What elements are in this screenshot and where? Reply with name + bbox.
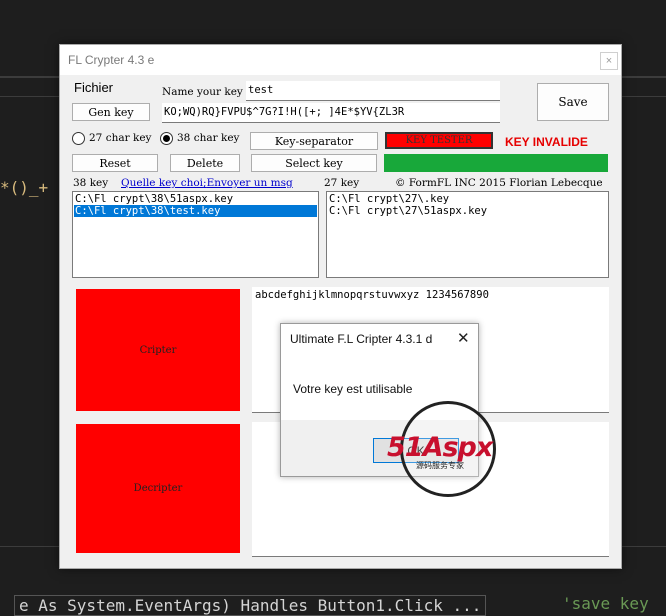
gen-key-button[interactable]: Gen key [72, 103, 150, 121]
select-key-button[interactable]: Select key [251, 154, 377, 172]
key-status-label: KEY INVALIDE [505, 135, 588, 149]
key-status-bar [384, 154, 608, 172]
link-envoyer-msg[interactable]: Envoyer un msg [207, 177, 293, 189]
dialog-message: Votre key est utilisable [293, 382, 413, 396]
key-separator-button[interactable]: Key-separator [250, 132, 378, 150]
key-value-input[interactable]: KO;WQ)RQ}FVPU$^7G?I!H([+; ]4E*$YV{ZL3R [162, 103, 500, 123]
close-button[interactable]: × [600, 52, 618, 70]
name-key-label: Name your key [162, 86, 243, 98]
key-name-input[interactable]: test [246, 81, 500, 101]
editor-rule [622, 546, 666, 547]
radio-38-label: 38 char key [177, 132, 240, 144]
editor-code-right: 'save key [562, 594, 649, 613]
radio-27-label: 27 char key [89, 132, 152, 144]
plain-text: abcdefghijklmnopqrstuvwxyz 1234567890 [255, 289, 489, 301]
save-button[interactable]: Save [537, 83, 609, 121]
label-38-key: 38 key [73, 177, 109, 189]
watermark-subtitle: 源码服务专家 [416, 461, 464, 470]
list-38-keys[interactable]: C:\Fl crypt\38\51aspx.key C:\Fl crypt\38… [72, 191, 319, 278]
menu-fichier[interactable]: Fichier [74, 80, 113, 95]
radio-27-char[interactable] [72, 132, 85, 145]
decripter-button[interactable]: Decripter [76, 424, 240, 553]
cripter-button[interactable]: Cripter [76, 289, 240, 411]
watermark-brand: 51Aspx [387, 432, 493, 463]
list-item[interactable]: C:\Fl crypt\27\.key [328, 193, 607, 205]
label-27-key: 27 key [324, 177, 360, 189]
main-window: FL Crypter 4.3 e × Fichier Name your key… [59, 44, 622, 569]
dialog-title: Ultimate F.L Cripter 4.3.1 d [290, 332, 433, 346]
dialog-title-bar: Ultimate F.L Cripter 4.3.1 d ✕ [281, 324, 478, 353]
dialog-close-icon[interactable]: ✕ [457, 329, 470, 347]
editor-rule [622, 76, 666, 78]
editor-rule [0, 546, 60, 547]
delete-button[interactable]: Delete [170, 154, 240, 172]
link-quelle-key[interactable]: Quelle key choi [121, 177, 203, 189]
window-title: FL Crypter 4.3 e [68, 53, 155, 67]
links: Quelle key choi;Envoyer un msg [121, 177, 293, 189]
editor-rule [0, 76, 60, 78]
radio-38-char[interactable] [160, 132, 173, 145]
reset-button[interactable]: Reset [72, 154, 158, 172]
list-27-keys[interactable]: C:\Fl crypt\27\.key C:\Fl crypt\27\51asp… [326, 191, 609, 278]
list-item[interactable]: C:\Fl crypt\27\51aspx.key [328, 205, 607, 217]
copyright-label: © FormFL INC 2015 Florian Lebecque [395, 177, 603, 189]
list-item[interactable]: C:\Fl crypt\38\51aspx.key [74, 193, 317, 205]
list-item-selected[interactable]: C:\Fl crypt\38\test.key [74, 205, 317, 217]
editor-rule [622, 96, 666, 97]
editor-rule [0, 96, 60, 97]
watermark-text: 51Aspx [387, 432, 493, 463]
editor-code-left: *()_+ [0, 178, 49, 197]
key-tester-button[interactable]: KEY TESTER [385, 132, 493, 149]
title-bar: FL Crypter 4.3 e × [60, 45, 621, 75]
